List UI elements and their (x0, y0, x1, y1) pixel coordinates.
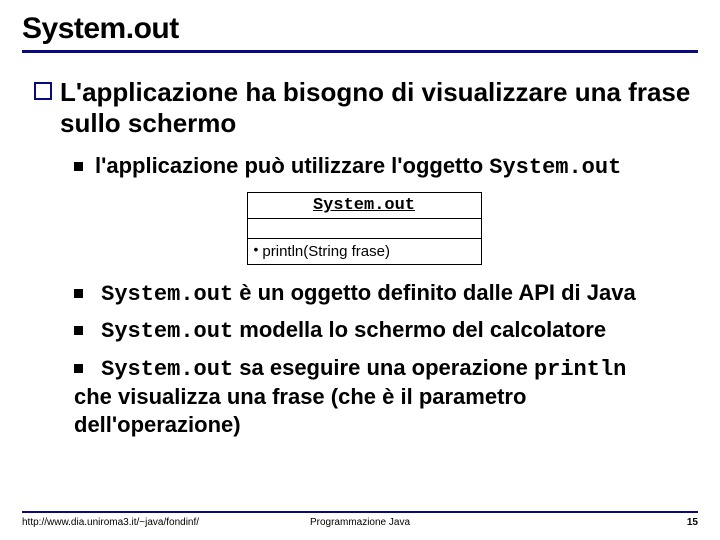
footer-page: 15 (687, 517, 698, 528)
lvl2a-prefix: l'applicazione può utilizzare l'oggetto (95, 153, 489, 178)
small-square-icon (74, 326, 83, 335)
footer-url: http://www.dia.uniroma3.it/~java/fondinf… (22, 517, 199, 528)
code-sysout: System.out (101, 282, 233, 307)
dot-icon: • (254, 241, 259, 257)
bullet-lvl2: System.out è un oggetto definito dalle A… (74, 279, 694, 309)
footer: http://www.dia.uniroma3.it/~java/fondinf… (22, 511, 698, 528)
code-println: println (534, 357, 626, 382)
uml-box: System.out •println(String frase) (247, 192, 482, 265)
uml-container: System.out •println(String frase) (34, 192, 694, 265)
content: L'applicazione ha bisogno di visualizzar… (22, 77, 698, 438)
b3-rest: che visualizza una frase (che è il param… (74, 383, 694, 438)
b3-mid: sa eseguire una operazione (233, 355, 534, 380)
uml-attrs-empty (248, 219, 481, 239)
bullet-lvl2: System.out modella lo schermo del calcol… (74, 316, 694, 346)
lvl2-text: System.out sa eseguire una operazione pr… (95, 354, 694, 439)
bullet-lvl1: L'applicazione ha bisogno di visualizzar… (34, 77, 694, 138)
small-square-icon (74, 364, 83, 373)
code-sysout: System.out (101, 319, 233, 344)
uml-ops: •println(String frase) (248, 239, 481, 264)
footer-course: Programmazione Java (310, 517, 410, 528)
slide-title: System.out (22, 12, 698, 46)
bullet-lvl2: l'applicazione può utilizzare l'oggetto … (74, 152, 694, 182)
lvl2-text: System.out modella lo schermo del calcol… (95, 316, 606, 346)
lvl2-text: System.out è un oggetto definito dalle A… (95, 279, 636, 309)
uml-name: System.out (248, 193, 481, 219)
b2-rest: modella lo schermo del calcolatore (233, 317, 606, 342)
title-bar: System.out (22, 12, 698, 53)
code-sysout: System.out (101, 357, 233, 382)
square-bullet-icon (34, 82, 52, 100)
uml-op: println(String frase) (262, 243, 390, 260)
small-square-icon (74, 289, 83, 298)
b1-rest: è un oggetto definito dalle API di Java (233, 280, 636, 305)
slide: System.out L'applicazione ha bisogno di … (0, 0, 720, 540)
bullet-lvl2: System.out sa eseguire una operazione pr… (74, 354, 694, 439)
lvl2-text: l'applicazione può utilizzare l'oggetto … (95, 152, 621, 182)
lvl1-text: L'applicazione ha bisogno di visualizzar… (60, 77, 694, 138)
lvl2a-code: System.out (489, 155, 621, 180)
small-square-icon (74, 162, 83, 171)
